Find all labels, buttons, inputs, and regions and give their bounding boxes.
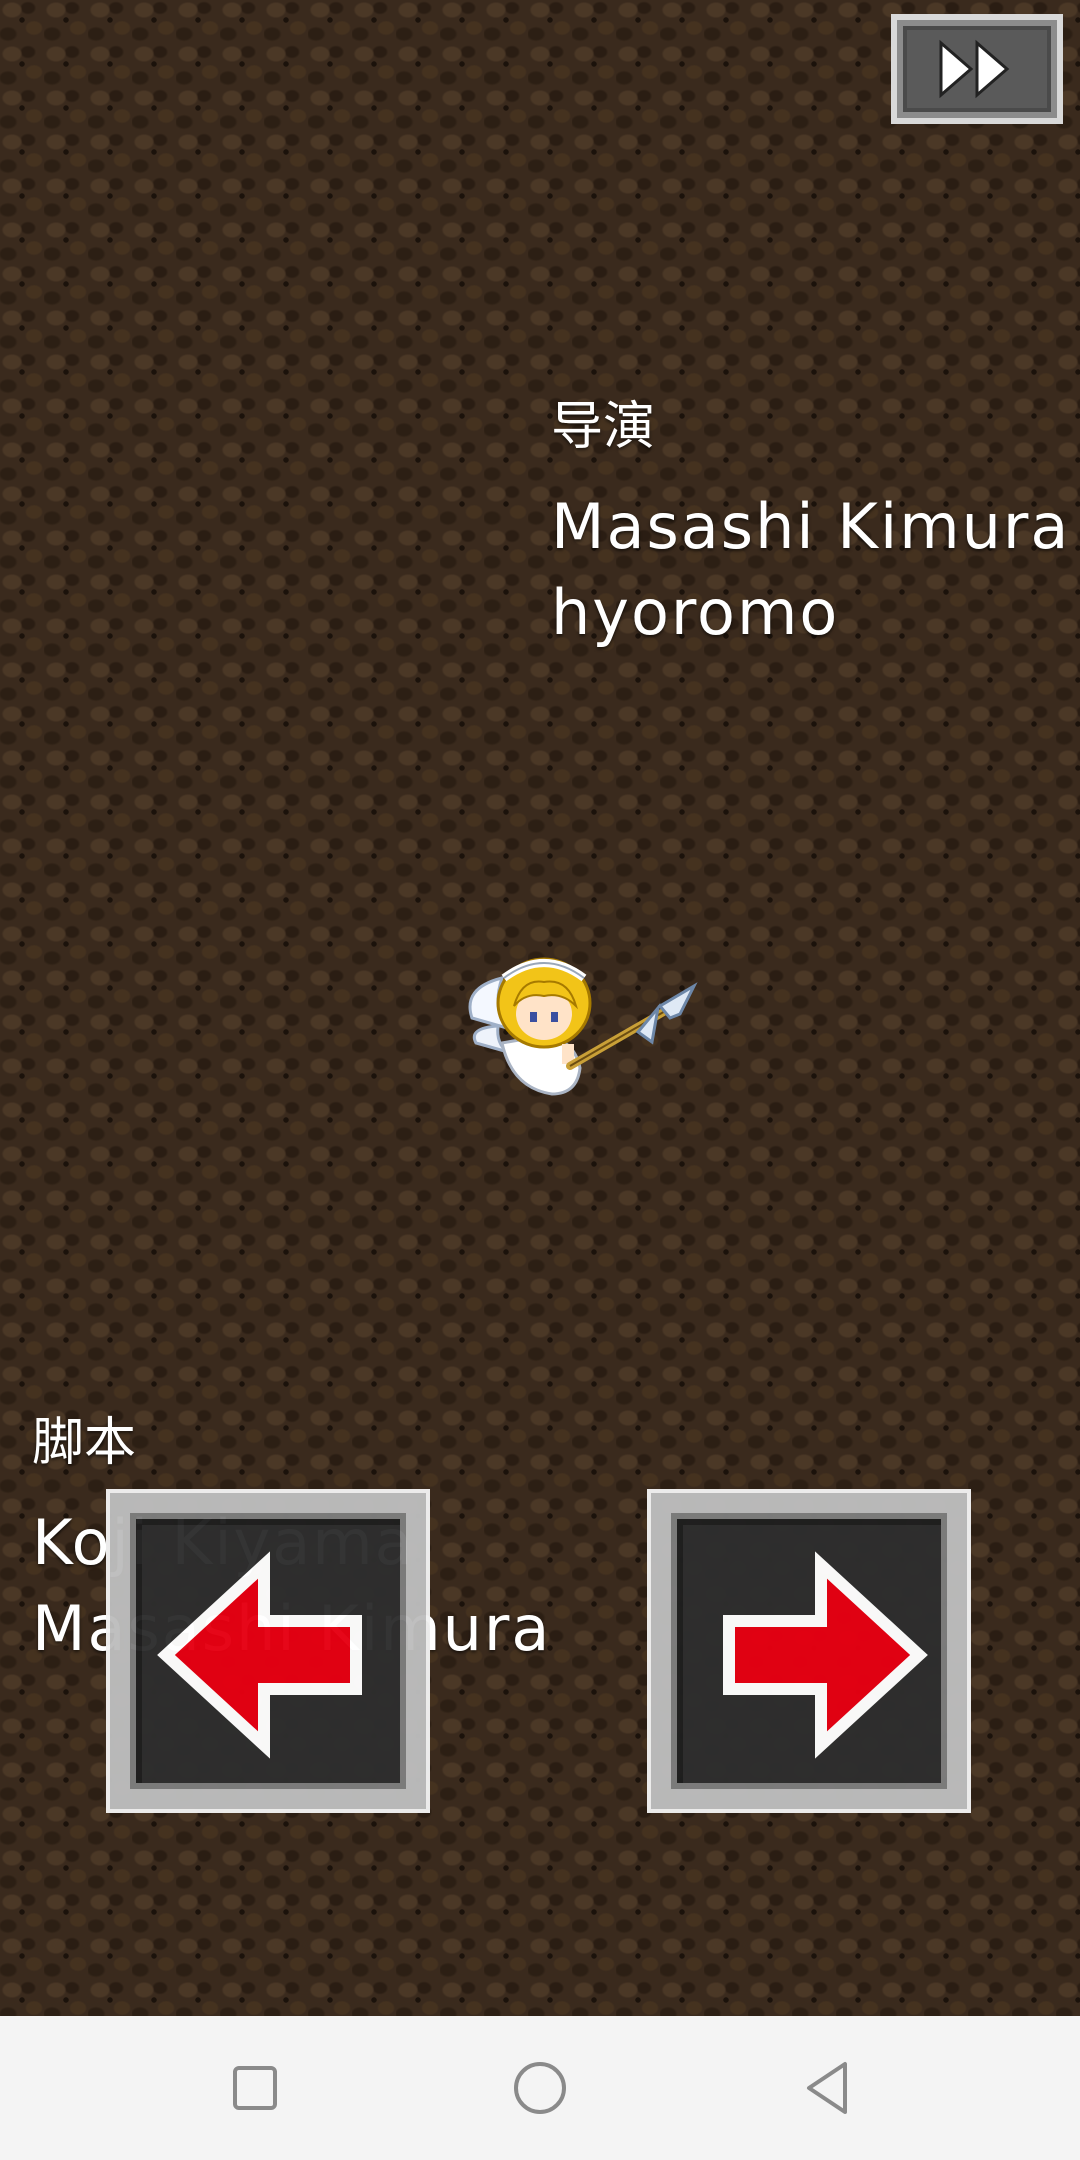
circle-icon[interactable] [506, 2054, 574, 2122]
director-name: hyoromo [551, 576, 840, 649]
right-arrow-button[interactable] [647, 1489, 971, 1813]
system-navigation-bar [0, 2016, 1080, 2160]
triangle-back-icon[interactable] [795, 2054, 863, 2122]
director-heading: 导演 [551, 397, 656, 457]
game-stage: 导演 Masashi Kimura hyoromo 脚本 Koji Kiyama… [0, 0, 1080, 2016]
red-right-arrow-icon [723, 1551, 928, 1759]
angel-hero-sprite [468, 957, 698, 1096]
director-name: Masashi Kimura [551, 490, 1071, 563]
square-icon[interactable] [221, 2054, 289, 2122]
fast-forward-button[interactable] [891, 14, 1063, 124]
left-arrow-button[interactable] [106, 1489, 430, 1813]
red-left-arrow-icon [157, 1551, 362, 1759]
fast-forward-icon [939, 39, 1010, 99]
script-heading: 脚本 [32, 1413, 137, 1473]
